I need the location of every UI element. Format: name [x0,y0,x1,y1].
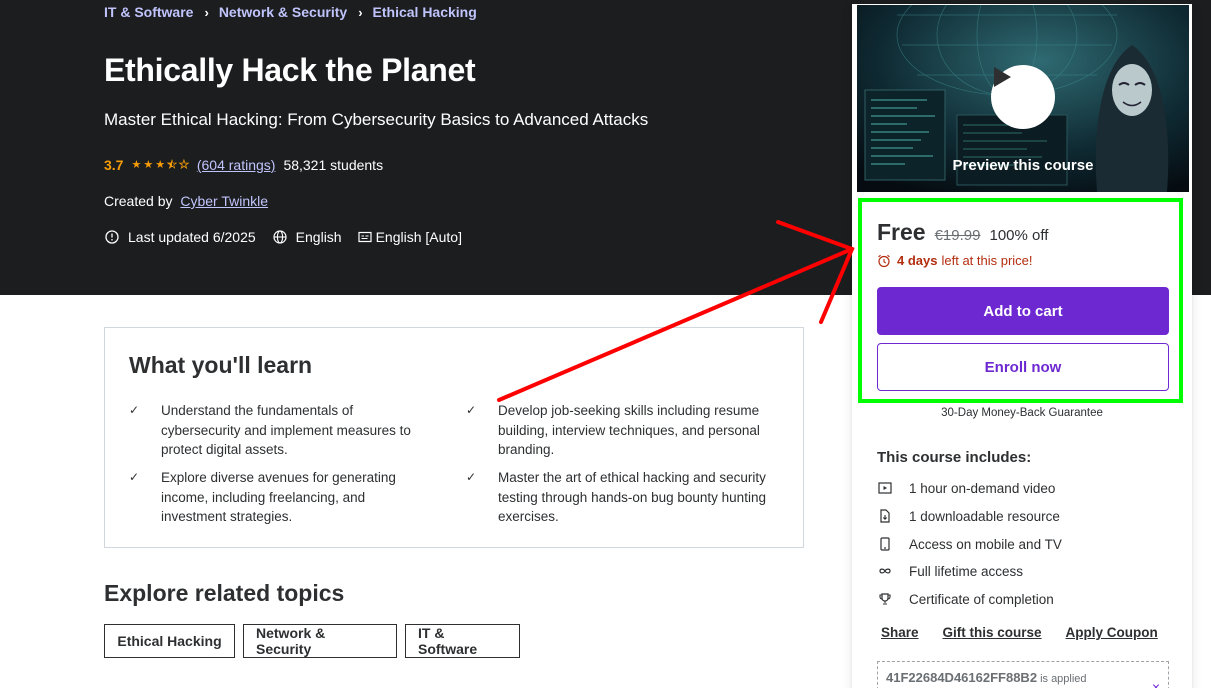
course-subtitle: Master Ethical Hacking: From Cybersecuri… [104,110,649,129]
learn-item-text: Understand the fundamentals of cybersecu… [161,403,411,457]
sidebar-actions: Share Gift this course Apply Coupon [881,625,1158,640]
add-to-cart-button[interactable]: Add to cart [877,287,1169,335]
what-youll-learn: What you'll learn ✓ Understand the funda… [104,327,804,548]
check-icon: ✓ [466,403,477,417]
money-back-guarantee: 30-Day Money-Back Guarantee [941,407,1103,419]
course-meta: Last updated 6/2025 English English [Aut… [104,229,462,245]
star-full-icon: ★ [131,158,142,171]
breadcrumb: IT & Software › Network & Security › Eth… [104,4,477,20]
include-text: 1 downloadable resource [909,508,1060,524]
course-captions: English [Auto] [375,229,462,245]
price-timer: 4 days left at this price! [877,253,1033,268]
infinity-icon [877,563,893,579]
gift-course-link[interactable]: Gift this course [943,625,1042,640]
purchase-sidebar: Preview this course Free €19.99 100% off… [852,4,1192,688]
timer-days: 4 days [897,253,938,268]
star-half-icon: ★ [167,158,177,171]
topic-it-software[interactable]: IT & Software [405,624,520,658]
created-by: Created by Cyber Twinkle [104,193,268,209]
mobile-icon [877,536,893,552]
check-icon: ✓ [466,470,477,484]
created-by-label: Created by [104,193,173,209]
related-topics-title: Explore related topics [104,580,345,606]
breadcrumb-network-security[interactable]: Network & Security [219,4,347,20]
include-item: 1 hour on-demand video [877,480,1055,496]
star-empty-icon: ★ [178,158,190,171]
star-full-icon: ★ [155,158,166,171]
course-language: English [295,229,342,245]
learn-item: ✓ Explore diverse avenues for generating… [129,468,433,527]
ratings-link[interactable]: (604 ratings) [197,157,276,173]
learn-item: ✓ Understand the fundamentals of cyberse… [129,401,433,460]
author-link[interactable]: Cyber Twinkle [180,193,268,209]
remove-coupon-icon[interactable]: × [1152,679,1160,688]
include-item: Access on mobile and TV [877,536,1062,552]
play-button[interactable] [991,65,1055,129]
rating-number: 3.7 [104,157,124,173]
breadcrumb-ethical-hacking[interactable]: Ethical Hacking [373,4,477,20]
include-item: Certificate of completion [877,591,1054,607]
file-download-icon [877,508,893,524]
enroll-now-button[interactable]: Enroll now [877,343,1169,391]
trophy-icon [877,591,893,607]
coupon-applied-label: is applied [1040,673,1087,685]
captions-icon [357,229,374,245]
preview-label: Preview this course [952,157,1094,174]
price-current: Free [877,219,926,245]
chevron-right-icon: › [358,4,363,20]
last-updated: Last updated 6/2025 [128,229,256,245]
play-icon [994,67,1011,87]
star-rating: ★ ★ ★ ★ ★ [131,158,190,171]
learn-item: ✓ Master the art of ethical hacking and … [466,468,788,527]
include-text: 1 hour on-demand video [909,480,1056,496]
learn-title: What you'll learn [129,352,313,378]
topic-ethical-hacking[interactable]: Ethical Hacking [104,624,235,658]
include-text: Full lifetime access [909,563,1024,579]
check-icon: ✓ [129,470,140,484]
students-count: 58,321 students [283,157,384,173]
share-link[interactable]: Share [881,625,919,640]
alarm-clock-icon [878,254,890,267]
apply-coupon-link[interactable]: Apply Coupon [1066,625,1158,640]
includes-title: This course includes: [877,449,1032,466]
include-text: Certificate of completion [909,591,1054,607]
coupon-code: 41F22684D46162FF88B2 is applied [886,670,1087,685]
course-title: Ethically Hack the Planet [104,52,476,88]
timer-text: left at this price! [941,253,1033,268]
chevron-right-icon: › [204,4,209,20]
rating-row: 3.7 ★ ★ ★ ★ ★ (604 ratings) 58,321 stude… [104,157,383,173]
alert-clock-icon [104,229,120,245]
globe-icon [272,229,288,245]
price-row: Free €19.99 100% off [877,219,1048,246]
include-text: Access on mobile and TV [909,536,1062,552]
topic-network-security[interactable]: Network & Security [243,624,397,658]
breadcrumb-it-software[interactable]: IT & Software [104,4,193,20]
learn-item-text: Develop job-seeking skills including res… [498,403,760,457]
check-icon: ✓ [129,403,140,417]
include-item: Full lifetime access [877,563,1023,579]
learn-item-text: Master the art of ethical hacking and se… [498,470,766,524]
price-original: €19.99 [934,227,981,244]
star-full-icon: ★ [143,158,154,171]
include-item: 1 downloadable resource [877,508,1060,524]
video-icon [877,480,893,496]
applied-coupon: 41F22684D46162FF88B2 is applied × [877,661,1169,688]
learn-item-text: Explore diverse avenues for generating i… [161,470,396,524]
learn-item: ✓ Develop job-seeking skills including r… [466,401,788,460]
course-preview[interactable]: Preview this course [857,5,1189,192]
price-discount: 100% off [989,227,1049,244]
